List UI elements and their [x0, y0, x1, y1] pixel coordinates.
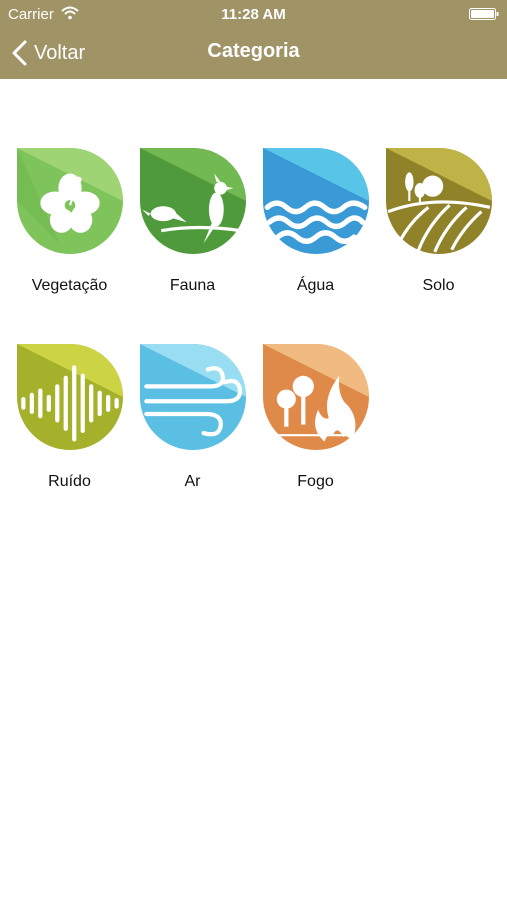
category-vegetacao[interactable]: Vegetação — [8, 148, 131, 295]
category-fogo[interactable]: Fogo — [254, 344, 377, 491]
page-title: Categoria — [207, 40, 300, 62]
category-fauna[interactable]: Fauna — [131, 148, 254, 295]
hibiscus-flower-icon — [16, 148, 123, 254]
battery-icon — [469, 8, 499, 20]
wind-icon — [139, 344, 246, 450]
bird-on-branch-icon — [139, 148, 246, 254]
category-ruido[interactable]: Ruído — [8, 344, 131, 491]
category-agua[interactable]: Água — [254, 148, 377, 295]
category-ar[interactable]: Ar — [131, 344, 254, 491]
category-solo[interactable]: Solo — [377, 148, 500, 295]
category-label: Fogo — [297, 473, 334, 490]
category-label: Fauna — [169, 277, 216, 294]
sound-wave-icon — [16, 344, 123, 450]
status-time: 11:28 AM — [221, 6, 286, 23]
category-label: Ar — [184, 473, 201, 490]
category-label: Vegetação — [31, 277, 108, 294]
category-label: Solo — [422, 277, 455, 294]
navigation-bar: Voltar Categoria — [0, 28, 507, 79]
fields-landscape-icon — [385, 148, 492, 254]
water-waves-icon — [262, 148, 369, 254]
category-label: Água — [296, 277, 335, 294]
fire-trees-icon — [262, 344, 369, 450]
status-bar: Carrier 11:28 AM — [0, 0, 507, 28]
top-bar: Carrier 11:28 AM Voltar Categoria — [0, 0, 507, 79]
category-label: Ruído — [48, 473, 91, 490]
